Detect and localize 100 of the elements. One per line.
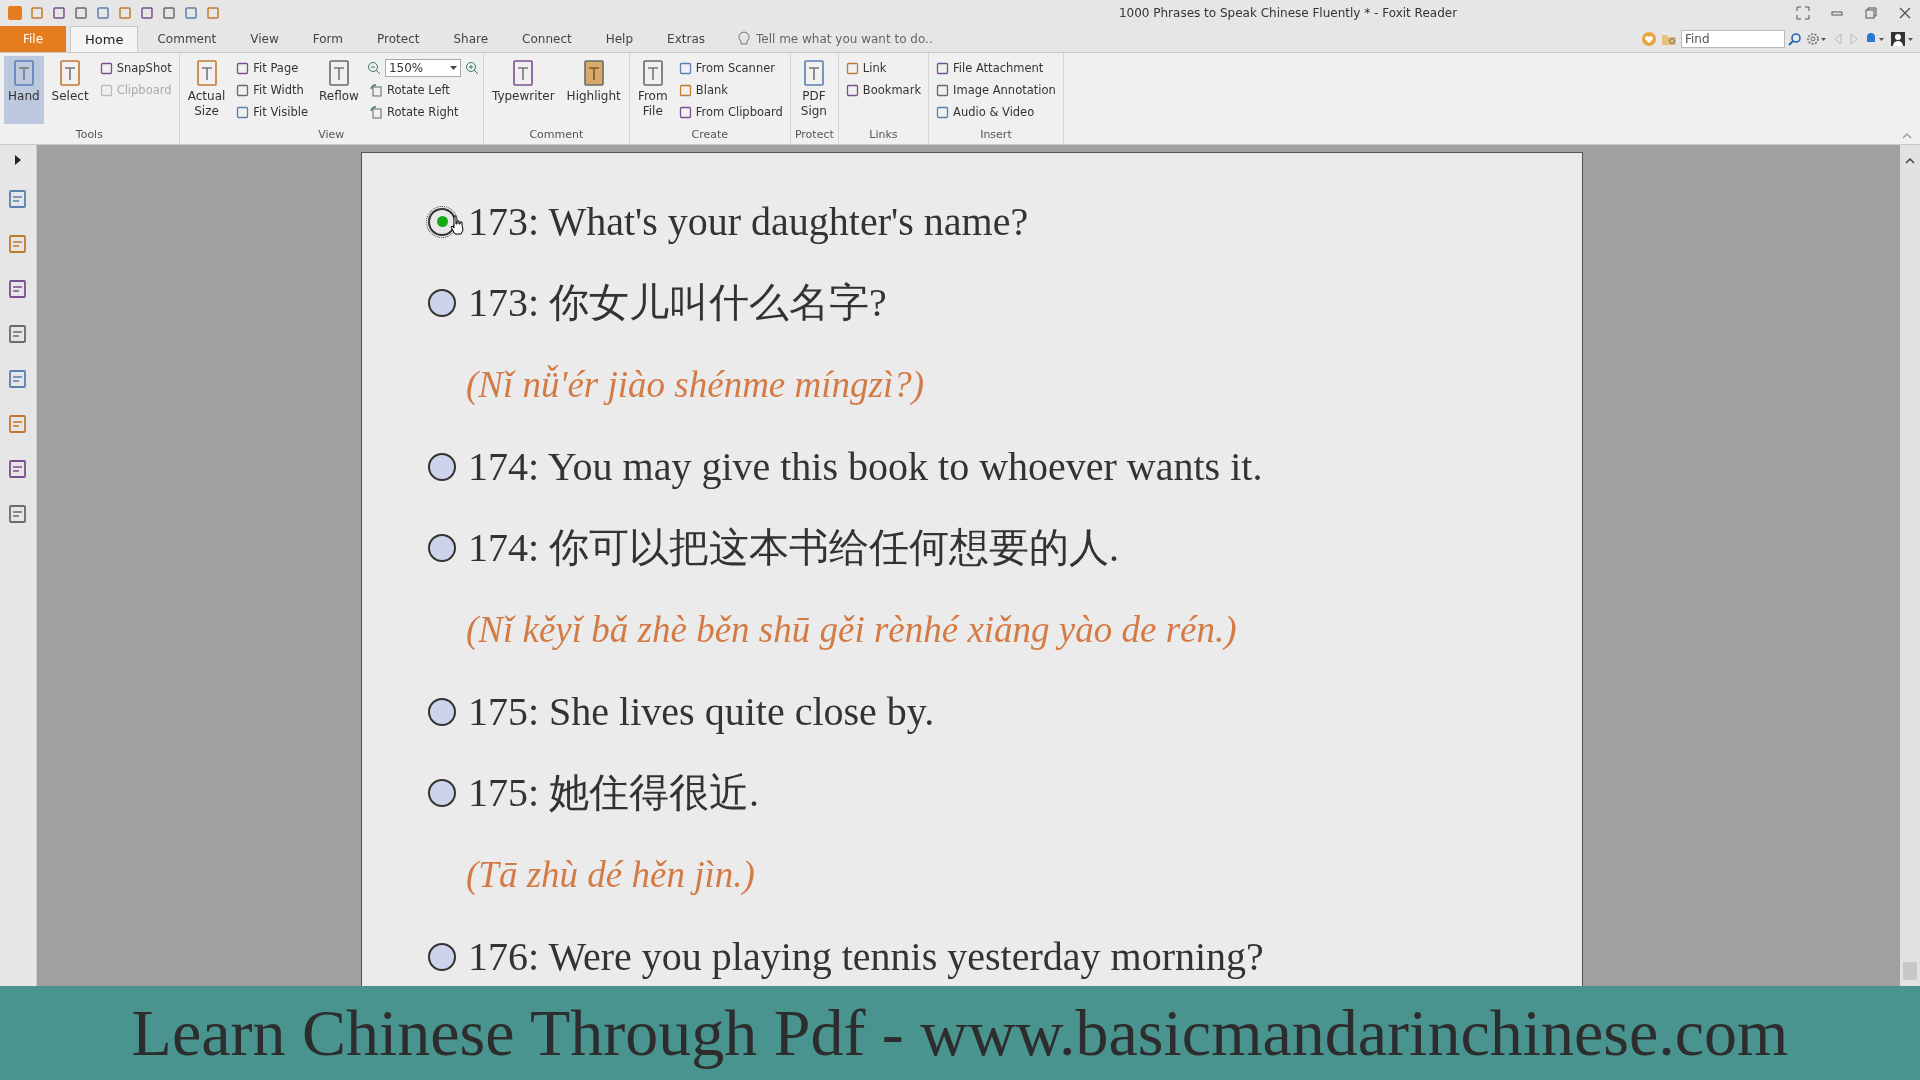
radio-button[interactable]	[428, 778, 456, 807]
tool-icon	[678, 105, 692, 119]
caret-icon	[449, 65, 457, 71]
tool-icon	[236, 61, 250, 75]
tool-icon	[936, 105, 950, 119]
zoom-out-icon[interactable]	[366, 61, 381, 75]
ribbon-button[interactable]: Actual Size	[183, 56, 230, 124]
scroll-up-icon[interactable]	[1905, 157, 1915, 165]
group-label: Links	[868, 128, 899, 143]
ribbon-tab[interactable]: Share	[438, 26, 504, 52]
ribbon-button[interactable]: SnapShot	[96, 58, 175, 78]
ribbon-button[interactable]: Fit Page	[233, 58, 312, 78]
group-label: Protect	[794, 128, 834, 143]
collapse-icon[interactable]	[1902, 132, 1912, 140]
group-label: View	[317, 128, 346, 143]
ribbon-tab[interactable]: Comment	[142, 26, 232, 52]
scrollbar-thumb[interactable]	[1903, 962, 1917, 980]
ribbon-button[interactable]: Reflow	[315, 56, 363, 124]
phrase-text: 173: What's your daughter's name?	[468, 198, 1029, 245]
ribbon-button[interactable]: Fit Visible	[233, 102, 312, 122]
pinyin-text: (Tā zhù dé hěn jìn.)	[465, 853, 755, 896]
search-icon[interactable]	[1788, 32, 1802, 46]
close-icon[interactable]	[1898, 6, 1912, 20]
ribbon-button[interactable]: Blank	[675, 80, 786, 100]
toolbar-icon[interactable]	[30, 6, 44, 20]
phrase-text: 176: Were you playing tennis yesterday morning?	[468, 933, 1264, 980]
toolbar-icon[interactable]	[140, 6, 154, 20]
expand-icon[interactable]	[14, 155, 22, 165]
ribbon-button[interactable]: Image Annotation	[933, 80, 1059, 100]
ribbon-button[interactable]: Rotate Left	[366, 80, 479, 100]
tool-icon	[99, 83, 113, 97]
toolbar-icon[interactable]	[74, 6, 88, 20]
group-label: Insert	[979, 128, 1013, 143]
ribbon-tab[interactable]: View	[235, 26, 294, 52]
lightbulb-icon	[738, 31, 750, 47]
tool-icon	[936, 61, 950, 75]
app-logo-icon	[8, 6, 22, 20]
ribbon-tab[interactable]: Protect	[362, 26, 435, 52]
phrase-text: 174: You may give this book to whoever wants it.	[468, 443, 1263, 490]
tool-icon	[236, 105, 250, 119]
ribbon-button[interactable]: From Clipboard	[675, 102, 786, 122]
ribbon-button[interactable]: File Attachment	[933, 58, 1059, 78]
tool-icon	[678, 61, 692, 75]
rotate-icon	[369, 83, 383, 97]
tool-icon	[936, 83, 950, 97]
group-label: Create	[690, 128, 730, 143]
tell-me-field[interactable]: Tell me what you want to do..	[754, 31, 968, 47]
banner-text: Learn Chinese Through Pdf - www.basicmandarinchinese.com	[0, 986, 1920, 1080]
hand-cursor-icon	[450, 215, 464, 235]
zoom-dropdown[interactable]: 150%	[384, 59, 461, 77]
toolbar-icon[interactable]	[206, 6, 220, 20]
tool-icon	[236, 83, 250, 97]
tool-icon	[845, 61, 859, 75]
user-icon[interactable]	[1890, 31, 1914, 47]
zoom-in-icon[interactable]	[464, 61, 479, 75]
radio-button[interactable]	[428, 452, 456, 481]
toolbar-icon[interactable]	[96, 6, 110, 20]
restore-icon[interactable]	[1864, 6, 1878, 20]
group-label: Tools	[74, 128, 104, 143]
ribbon-button[interactable]: From Scanner	[675, 58, 786, 78]
ribbon-button[interactable]: Hand	[4, 56, 44, 124]
radio-button[interactable]	[428, 533, 456, 562]
pinyin-text: (Nǐ nǚ'ér jiào shénme míngzì?)	[465, 363, 925, 406]
ribbon-tab[interactable]: Connect	[507, 26, 587, 52]
ribbon-button[interactable]: Select	[47, 56, 93, 124]
phrase-text: 173: 你女儿叫什么名字?	[468, 279, 887, 327]
toolbar-icon[interactable]	[162, 6, 176, 20]
find-field[interactable]: Find	[1681, 30, 1785, 48]
radio-button[interactable]	[428, 288, 456, 317]
tool-icon	[99, 61, 113, 75]
pinyin-text: (Nǐ kěyǐ bǎ zhè běn shū gěi rènhé xiǎng yào de rén.)	[465, 608, 1237, 651]
toolbar-icon[interactable]	[184, 6, 198, 20]
radio-button[interactable]	[428, 942, 456, 971]
ribbon-tab[interactable]: Help	[590, 26, 649, 52]
toolbar-icon[interactable]	[118, 6, 132, 20]
ribbon-button[interactable]: Link	[842, 58, 925, 78]
ribbon-tab[interactable]: Home	[70, 26, 139, 52]
ribbon-tab[interactable]: Extras	[652, 26, 720, 52]
tool-icon	[678, 83, 692, 97]
phrase-text: 175: 她住得很近.	[468, 769, 760, 817]
radio-button[interactable]	[428, 697, 456, 726]
ribbon-button[interactable]: Typewriter	[487, 56, 559, 124]
ribbon-button[interactable]: Fit Width	[233, 80, 312, 100]
ribbon-tab[interactable]: Form	[297, 26, 358, 52]
ribbon-button[interactable]: Highlight	[562, 56, 625, 124]
tool-icon	[845, 83, 859, 97]
window-title: 1000 Phrases to Speak Chinese Fluently * - Foxit Reader	[1117, 6, 1458, 20]
group-label: Comment	[528, 128, 585, 143]
ribbon-button[interactable]: From File	[633, 56, 672, 124]
ribbon-button[interactable]: Rotate Right	[366, 102, 479, 122]
ribbon-button[interactable]: PDF Sign	[794, 56, 833, 124]
rotate-icon	[369, 105, 383, 119]
settings-icon[interactable]	[1806, 32, 1828, 46]
toolbar-icon[interactable]	[52, 6, 66, 20]
phrase-text: 175: She lives quite close by.	[468, 688, 935, 735]
radio-button[interactable]	[428, 207, 456, 236]
fullscreen-icon[interactable]	[1796, 6, 1810, 20]
ribbon-button[interactable]: Audio & Video	[933, 102, 1059, 122]
ribbon-button[interactable]: Bookmark	[842, 80, 925, 100]
phrase-text: 174: 你可以把这本书给任何想要的人.	[468, 524, 1120, 572]
